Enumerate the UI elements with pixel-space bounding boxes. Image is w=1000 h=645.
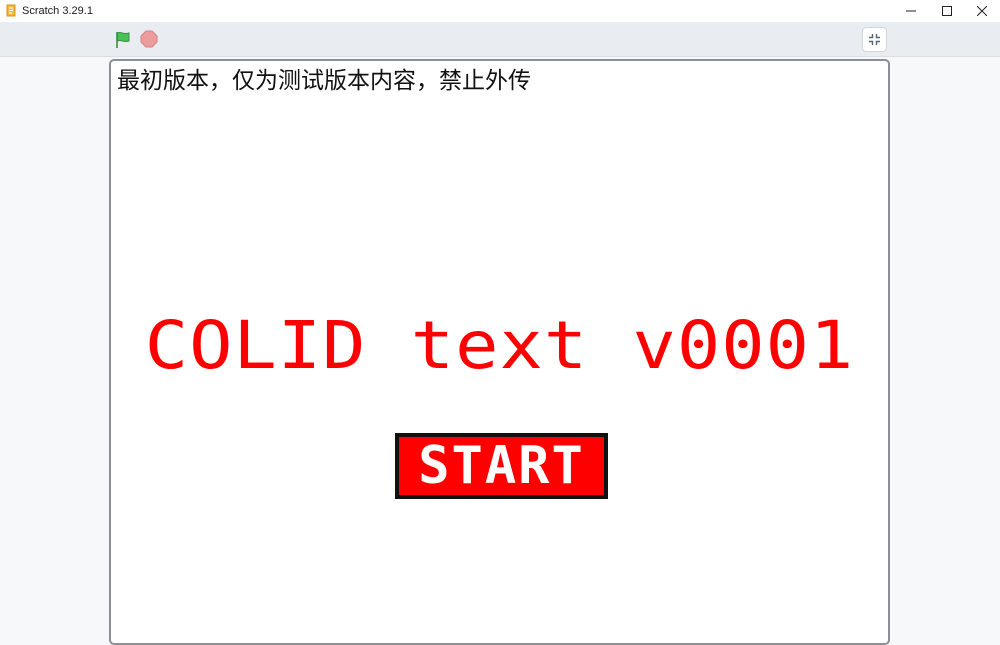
scratch-app-icon: [6, 4, 16, 17]
maximize-button[interactable]: [929, 0, 965, 22]
maximize-icon: [942, 6, 952, 16]
stage-toolbar: [0, 22, 1000, 57]
stage-title-text: COLID text v0001: [144, 306, 855, 384]
stage-notice-text: 最初版本，仅为测试版本内容，禁止外传: [117, 68, 531, 94]
close-icon: [977, 6, 987, 16]
start-button-label: START: [418, 436, 585, 496]
stage-canvas[interactable]: 最初版本，仅为测试版本内容，禁止外传 COLID text v0001 STAR…: [109, 59, 890, 645]
green-flag-icon: [116, 31, 130, 48]
stop-icon: [140, 30, 158, 48]
exit-fullscreen-button[interactable]: [862, 27, 887, 52]
green-flag-button[interactable]: [113, 30, 133, 50]
window-titlebar: Scratch 3.29.1: [0, 0, 1000, 22]
minimize-icon: [906, 10, 916, 12]
start-button[interactable]: START: [395, 433, 608, 499]
close-button[interactable]: [964, 0, 1000, 22]
exit-fullscreen-icon: [869, 34, 880, 45]
minimize-button[interactable]: [893, 0, 929, 22]
stop-button[interactable]: [140, 30, 158, 48]
window-title: Scratch 3.29.1: [22, 5, 93, 17]
